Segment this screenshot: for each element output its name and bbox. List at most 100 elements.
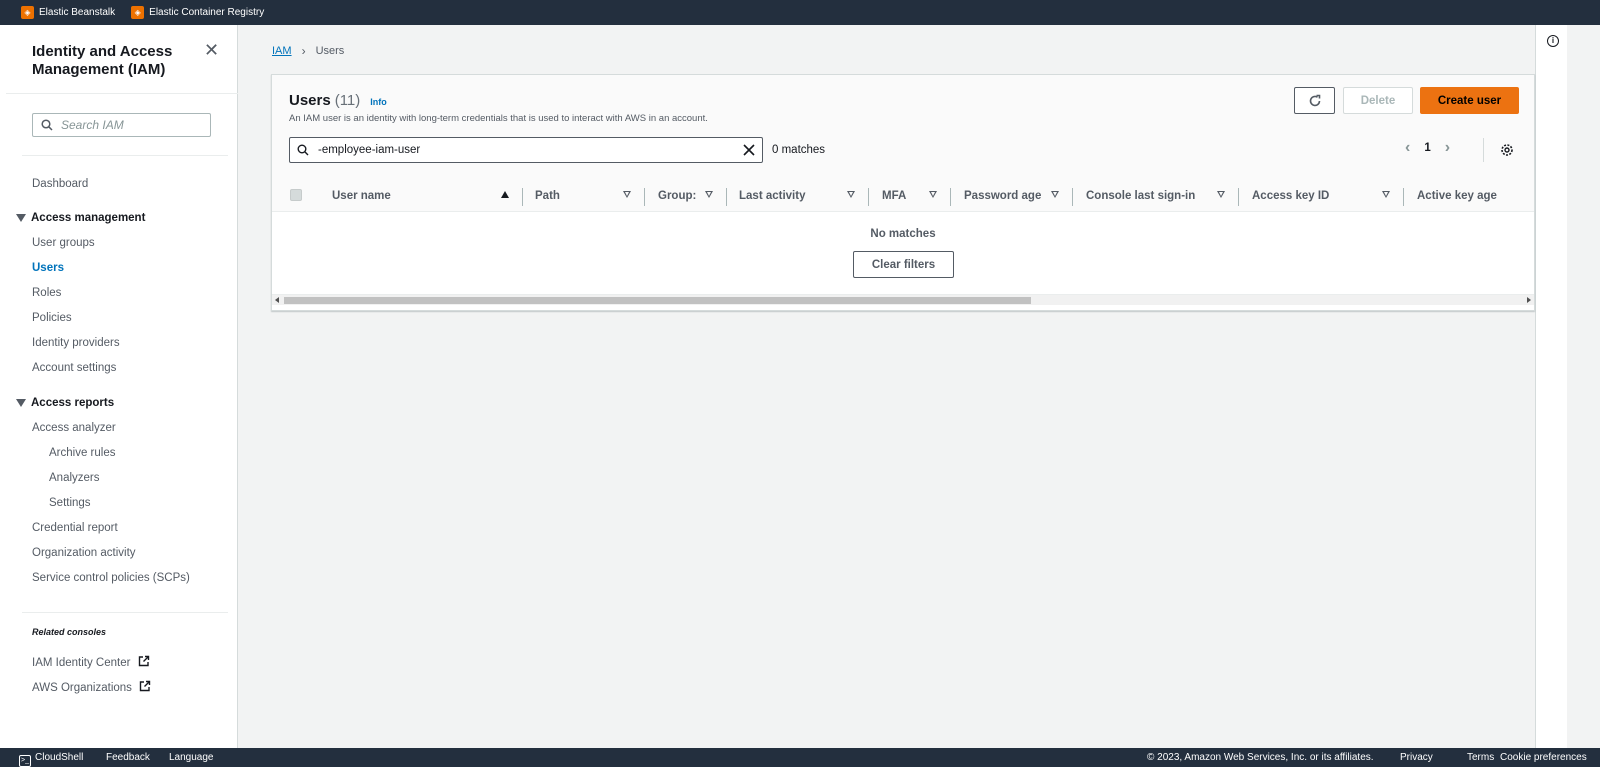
empty-state-text: No matches [870, 228, 936, 240]
related-consoles-heading: Related consoles [32, 627, 107, 637]
clear-filters-button[interactable]: Clear filters [853, 251, 954, 278]
sort-icon[interactable] [847, 191, 855, 198]
sidebar-item-identity-providers[interactable]: Identity providers [32, 337, 120, 349]
sidebar-title: Identity and Access Management (IAM) [32, 43, 173, 78]
delete-button[interactable]: Delete [1343, 87, 1413, 114]
users-table-container: Users (11) Info An IAM user is an identi… [271, 74, 1535, 311]
column-groups[interactable]: Group: [658, 179, 696, 212]
sidebar-item-settings[interactable]: Settings [49, 497, 91, 509]
search-icon [297, 144, 309, 156]
column-label: Password age [964, 189, 1042, 202]
search-input[interactable]: Search IAM [32, 113, 211, 137]
footer-label: CloudShell [35, 752, 84, 763]
favorites-bar: ◈ Elastic Beanstalk ◈ Elastic Container … [0, 0, 1600, 25]
info-icon[interactable]: i [1547, 35, 1559, 47]
divider [22, 155, 228, 156]
feedback-link[interactable]: Feedback [106, 752, 150, 763]
info-link[interactable]: Info [370, 97, 387, 107]
column-access-key-id[interactable]: Access key ID [1252, 179, 1372, 212]
horizontal-scrollbar[interactable] [272, 294, 1534, 305]
close-icon[interactable]: ✕ [204, 41, 219, 59]
terms-link[interactable]: Terms [1467, 752, 1494, 763]
favorite-label: Elastic Container Registry [149, 7, 265, 18]
divider [22, 612, 228, 613]
sidebar-item-roles[interactable]: Roles [32, 287, 61, 299]
column-label: User name [332, 189, 391, 202]
column-console-last-sign-in[interactable]: Console last sign-in [1086, 179, 1226, 212]
privacy-link[interactable]: Privacy [1400, 752, 1433, 763]
sidebar-item-credential-report[interactable]: Credential report [32, 522, 118, 534]
sort-icon[interactable] [1051, 191, 1059, 198]
gear-icon[interactable] [1500, 143, 1514, 157]
clear-filter-icon[interactable] [741, 142, 757, 158]
sort-ascending-icon[interactable] [501, 191, 509, 198]
terminal-icon: >_ [19, 755, 31, 767]
chevron-right-icon: › [301, 44, 306, 58]
column-label: Path [535, 189, 560, 202]
create-user-button[interactable]: Create user [1420, 87, 1519, 114]
section-label: Access management [31, 212, 146, 224]
select-all-checkbox[interactable] [290, 189, 302, 201]
sidebar-item-access-analyzer[interactable]: Access analyzer [32, 422, 116, 434]
sort-icon[interactable] [705, 191, 713, 198]
users-count: (11) [334, 92, 361, 109]
divider [6, 93, 238, 94]
sort-icon[interactable] [623, 191, 631, 198]
column-path[interactable]: Path [535, 179, 615, 212]
table-header: User name Path Group: Last activity MFA … [272, 179, 1534, 212]
sidebar-item-users[interactable]: Users [32, 262, 64, 274]
sort-icon[interactable] [1217, 191, 1225, 198]
scrollbar-thumb[interactable] [284, 297, 1031, 304]
cloudshell-link[interactable]: >_ CloudShell [19, 752, 83, 767]
sidebar-item-dashboard[interactable]: Dashboard [32, 178, 88, 190]
column-divider [868, 188, 869, 206]
related-aws-organizations[interactable]: AWS Organizations [32, 680, 151, 694]
favorite-label: Elastic Beanstalk [39, 7, 116, 18]
current-page[interactable]: 1 [1424, 142, 1430, 154]
column-mfa[interactable]: MFA [882, 179, 922, 212]
sidebar-item-organization-activity[interactable]: Organization activity [32, 547, 136, 559]
column-label: Access key ID [1252, 189, 1330, 202]
sidebar-section-access-reports[interactable]: Access reports [16, 397, 114, 409]
filter-input[interactable]: -employee-iam-user [289, 137, 763, 163]
copyright: © 2023, Amazon Web Services, Inc. or its… [1147, 752, 1374, 763]
column-user-name[interactable]: User name [332, 179, 512, 212]
related-iam-identity-center[interactable]: IAM Identity Center [32, 655, 150, 669]
refresh-button[interactable] [1294, 87, 1335, 114]
language-link[interactable]: Language [169, 752, 214, 763]
sidebar-item-policies[interactable]: Policies [32, 312, 72, 324]
elastic-beanstalk-icon: ◈ [21, 6, 34, 19]
sidebar-item-scps[interactable]: Service control policies (SCPs) [32, 572, 190, 584]
search-icon [41, 119, 53, 131]
related-label: IAM Identity Center [32, 657, 131, 669]
column-label: Console last sign-in [1086, 189, 1196, 202]
sidebar-item-account-settings[interactable]: Account settings [32, 362, 116, 374]
column-label: Active key age [1417, 189, 1497, 202]
next-page-icon[interactable]: › [1445, 140, 1450, 156]
sort-icon[interactable] [929, 191, 937, 198]
sidebar-section-access-management[interactable]: Access management [16, 212, 145, 224]
scroll-right-icon[interactable] [1527, 297, 1531, 303]
column-label: Group: [658, 189, 696, 202]
column-active-key-age[interactable]: Active key age [1417, 179, 1534, 212]
sidebar-item-user-groups[interactable]: User groups [32, 237, 95, 249]
column-last-activity[interactable]: Last activity [739, 179, 839, 212]
column-divider [950, 188, 951, 206]
search-placeholder: Search IAM [61, 118, 124, 132]
scroll-left-icon[interactable] [275, 297, 279, 303]
sort-icon[interactable] [1382, 191, 1390, 198]
favorite-ecr[interactable]: ◈ Elastic Container Registry [131, 6, 264, 19]
caret-down-icon [16, 214, 26, 222]
breadcrumb: IAM › Users [272, 44, 344, 58]
previous-page-icon[interactable]: ‹ [1405, 140, 1410, 156]
column-label: MFA [882, 189, 907, 202]
breadcrumb-iam[interactable]: IAM [272, 45, 292, 57]
caret-down-icon [16, 399, 26, 407]
column-password-age[interactable]: Password age [964, 179, 1054, 212]
sidebar-item-analyzers[interactable]: Analyzers [49, 472, 100, 484]
console-footer: >_ CloudShell Feedback Language © 2023, A… [0, 748, 1600, 767]
column-divider [1072, 188, 1073, 206]
favorite-elastic-beanstalk[interactable]: ◈ Elastic Beanstalk [21, 6, 115, 19]
sidebar-item-archive-rules[interactable]: Archive rules [49, 447, 115, 459]
cookie-preferences-link[interactable]: Cookie preferences [1500, 752, 1587, 763]
